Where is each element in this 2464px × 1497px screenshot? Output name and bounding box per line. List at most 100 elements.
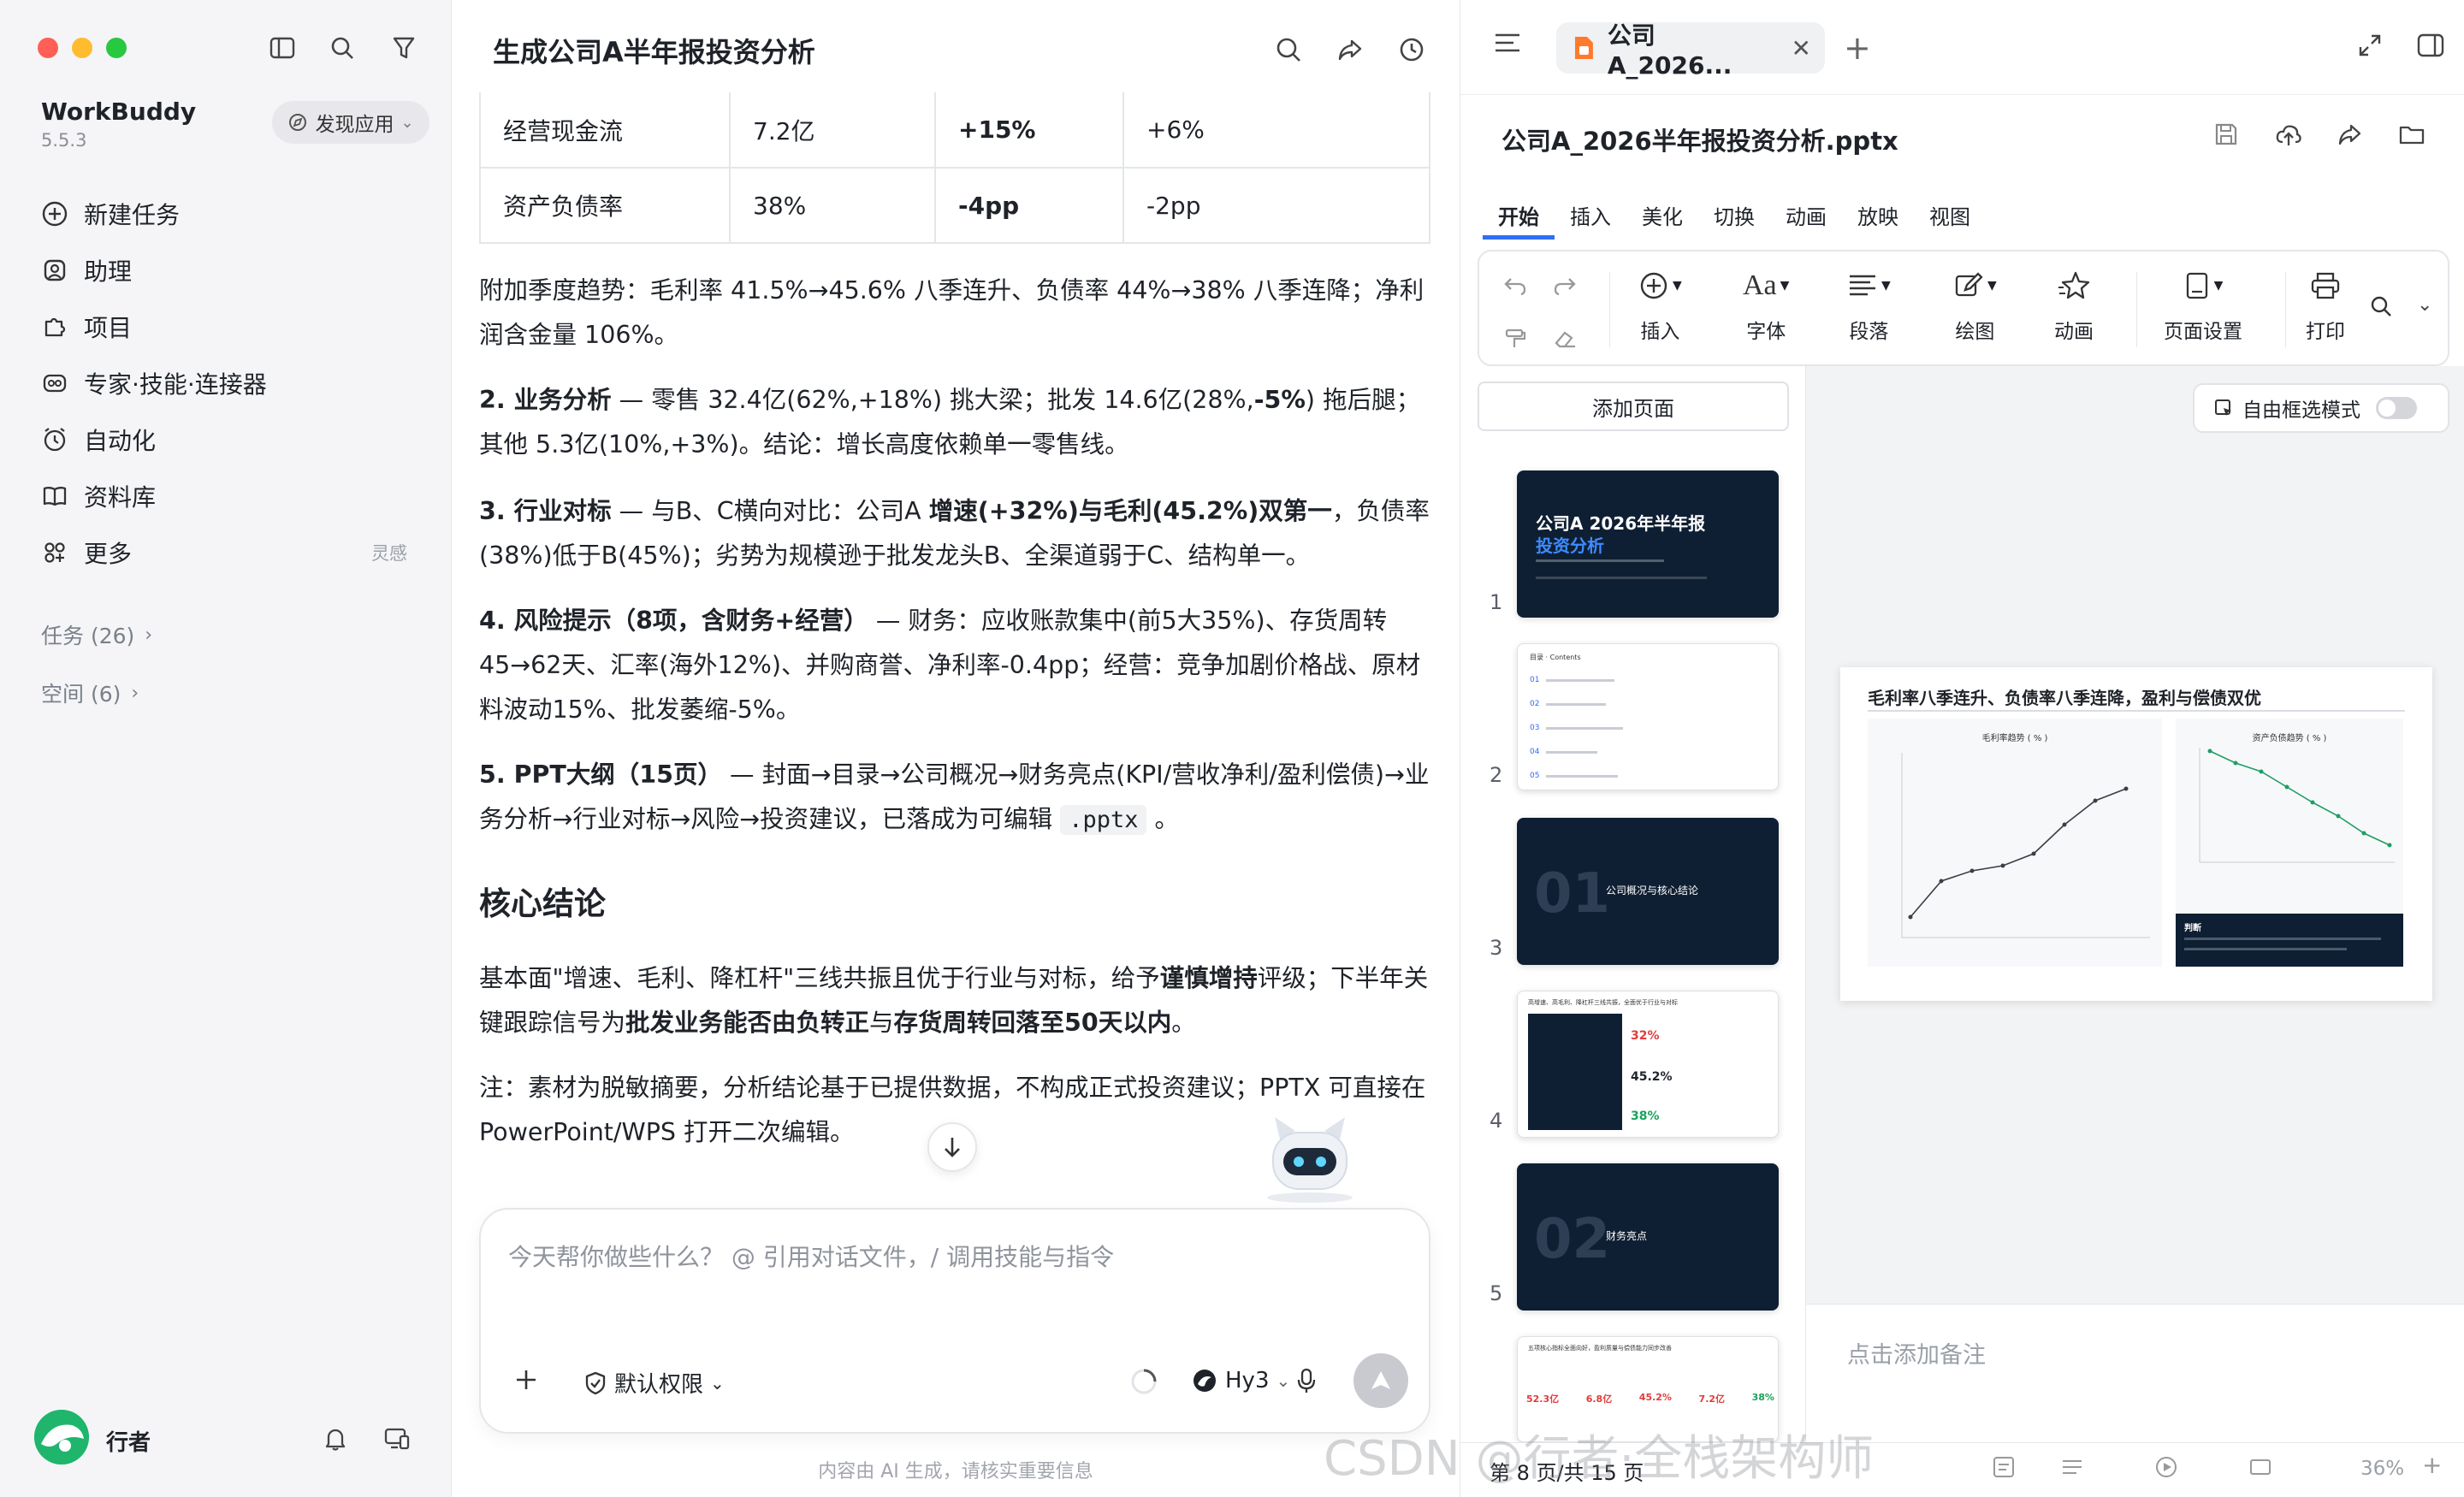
ai-disclaimer: 内容由 AI 生成，请核实重要信息 xyxy=(818,1461,1093,1482)
cloud-upload-icon[interactable] xyxy=(2275,121,2302,151)
avatar[interactable] xyxy=(34,1410,89,1464)
tab-view[interactable]: 视图 xyxy=(1914,200,1986,240)
share-icon[interactable] xyxy=(2337,121,2362,151)
discover-apps-button[interactable]: 发现应用 ⌄ xyxy=(272,101,429,144)
user-name: 行者 xyxy=(106,1430,151,1456)
menu-icon[interactable] xyxy=(1493,31,1522,58)
animation-tool[interactable]: 动画 xyxy=(2054,269,2094,344)
filter-icon[interactable] xyxy=(387,31,421,65)
tab-home[interactable]: 开始 xyxy=(1483,200,1555,240)
bell-icon[interactable] xyxy=(318,1422,352,1456)
close-tab-icon[interactable]: ✕ xyxy=(1792,34,1811,62)
chat-input-placeholder[interactable]: 今天帮你做些什么？ @ 引用对话文件，/ 调用技能与指令 xyxy=(508,1239,1114,1273)
fit-screen-icon[interactable] xyxy=(2248,1454,2273,1483)
spaces-label: 空间 (6) xyxy=(41,682,121,707)
search-icon[interactable] xyxy=(325,31,359,65)
sidebar-toggle-icon[interactable] xyxy=(265,31,299,65)
file-tab[interactable]: 公司A_2026... ✕ xyxy=(1556,21,1825,80)
scroll-down-button[interactable] xyxy=(927,1122,977,1172)
model-selector[interactable]: Hy3 ⌄ xyxy=(1191,1367,1290,1394)
zoom-level[interactable]: 36% xyxy=(2360,1458,2404,1480)
free-select-toggle[interactable]: 自由框选模式 xyxy=(2193,383,2449,433)
add-page-button[interactable]: 添加页面 xyxy=(1478,382,1789,431)
toc-number: 04 xyxy=(1530,748,1540,756)
tab-insert[interactable]: 插入 xyxy=(1555,200,1626,240)
thumb-subtitle: 投资分析 xyxy=(1536,535,1604,556)
nav-label: 助理 xyxy=(84,257,133,286)
search-icon[interactable] xyxy=(2369,294,2393,322)
table-row: 资产负债率 38% -4pp -2pp xyxy=(479,167,1430,244)
new-tab-icon[interactable]: + xyxy=(1844,29,1871,67)
paragraph-emphasis: 存货周转回落至50天以内 xyxy=(893,1009,1172,1037)
permission-selector[interactable]: 默认权限 ⌄ xyxy=(583,1367,725,1399)
thumb-value: 6.8亿 xyxy=(1585,1393,1613,1405)
paragraph-text: 。 xyxy=(1171,1009,1196,1037)
watermark: CSDN @行者·全栈架构师 xyxy=(1324,1431,1875,1487)
nav-item-more[interactable]: 更多 灵感 xyxy=(34,529,424,577)
microphone-button[interactable] xyxy=(1295,1367,1318,1394)
current-slide[interactable]: 毛利率八季连升、负债率八季连降，盈利与偿债双优 毛利率趋势 ( % ) 资产负债… xyxy=(1840,667,2432,1001)
minimize-window-button[interactable] xyxy=(72,38,92,58)
devices-icon[interactable] xyxy=(380,1422,414,1456)
nav-item-library[interactable]: 资料库 xyxy=(34,472,424,520)
expand-icon[interactable] xyxy=(2357,33,2383,62)
notes-placeholder[interactable]: 点击添加备注 xyxy=(1847,1336,1986,1370)
star-icon xyxy=(2058,271,2090,299)
nav-item-project[interactable]: 项目 xyxy=(34,303,424,351)
toc-row: 01 xyxy=(1530,668,1752,692)
debt-ratio-chart-panel: 资产负债趋势 ( % ) 判断 xyxy=(2176,719,2403,967)
nav-item-new-task[interactable]: 新建任务 xyxy=(34,190,424,238)
maximize-window-button[interactable] xyxy=(106,38,127,58)
send-button[interactable] xyxy=(1353,1353,1408,1408)
slide-thumbnail-4[interactable]: 高增速、高毛利、降杠杆三线共振，全面优于行业与对标 32% 45.2% 38% xyxy=(1517,991,1779,1138)
paragraph-text: 附加季度趋势：毛利率 41.5%→45.6% 八季连升、负债率 44%→38% … xyxy=(479,276,1424,349)
tab-slideshow[interactable]: 放映 xyxy=(1842,200,1914,240)
chat-input-box[interactable]: 今天帮你做些什么？ @ 引用对话文件，/ 调用技能与指令 默认权限 ⌄ Hy3 … xyxy=(479,1208,1430,1434)
play-icon[interactable] xyxy=(2153,1454,2179,1483)
slide-thumbnail-3[interactable]: 01 公司概况与核心结论 xyxy=(1517,818,1779,965)
tasks-group[interactable]: 任务 (26) › xyxy=(41,619,152,650)
eraser-icon[interactable] xyxy=(1553,328,1577,350)
slide-thumbnail-5[interactable]: 02 财务亮点 xyxy=(1517,1163,1779,1311)
thumb-line xyxy=(1536,577,1707,579)
panel-toggle-icon[interactable] xyxy=(2417,33,2444,62)
close-window-button[interactable] xyxy=(38,38,58,58)
attach-button[interactable] xyxy=(513,1367,539,1393)
print-tool[interactable]: 打印 xyxy=(2306,269,2345,344)
paragraph-tool[interactable]: ▼ 段落 xyxy=(1847,269,1891,344)
redo-icon[interactable] xyxy=(1553,275,1577,296)
chevron-down-icon[interactable]: ⌄ xyxy=(2417,294,2432,316)
tab-transition[interactable]: 切换 xyxy=(1698,200,1770,240)
table-cell: 7.2亿 xyxy=(729,92,936,169)
table-cell: 38% xyxy=(729,167,936,244)
share-icon[interactable] xyxy=(1331,31,1369,68)
slide-thumbnail-2[interactable]: 目录 · Contents 01 02 03 04 05 xyxy=(1517,643,1779,790)
benchmark-paragraph: 3. 行业对标 — 与B、C横向对比：公司A 增速(+32%)与毛利(45.2%… xyxy=(479,489,1437,578)
slide-thumbnail-1[interactable]: 公司A 2026年半年报 投资分析 xyxy=(1517,470,1779,618)
nav-item-assistant[interactable]: 助理 xyxy=(34,246,424,294)
thumb-value: 52.3亿 xyxy=(1526,1393,1560,1405)
history-icon[interactable] xyxy=(1393,31,1430,68)
tab-animation[interactable]: 动画 xyxy=(1770,200,1842,240)
toggle-switch[interactable] xyxy=(2376,397,2417,419)
zoom-in-icon[interactable]: + xyxy=(2422,1451,2442,1479)
thumb-line xyxy=(2184,948,2347,950)
spaces-group[interactable]: 空间 (6) › xyxy=(41,677,139,708)
format-painter-icon[interactable] xyxy=(1503,328,1527,350)
page-setup-tool[interactable]: ▼ 页面设置 xyxy=(2164,269,2242,344)
save-icon[interactable] xyxy=(2213,121,2239,151)
search-icon[interactable] xyxy=(1270,31,1307,68)
undo-icon[interactable] xyxy=(1503,275,1527,296)
insert-tool[interactable]: ▼ 插入 xyxy=(1638,269,1682,344)
folder-icon[interactable] xyxy=(2398,121,2426,151)
font-tool[interactable]: Aa ▼ 字体 xyxy=(1743,269,1789,344)
list-icon[interactable] xyxy=(2059,1454,2085,1483)
paragraph-emphasis: 增速(+32%)与毛利(45.2%)双第一 xyxy=(928,497,1332,525)
nav-item-automation[interactable]: 自动化 xyxy=(34,416,424,464)
nav-item-experts[interactable]: 专家·技能·连接器 xyxy=(34,359,424,407)
draw-tool[interactable]: ▼ 绘图 xyxy=(1953,269,1997,344)
thumb-line xyxy=(1546,750,1598,754)
notes-area[interactable] xyxy=(1806,1304,2464,1442)
tab-beautify[interactable]: 美化 xyxy=(1626,200,1698,240)
notes-toggle-icon[interactable] xyxy=(1991,1454,2017,1483)
